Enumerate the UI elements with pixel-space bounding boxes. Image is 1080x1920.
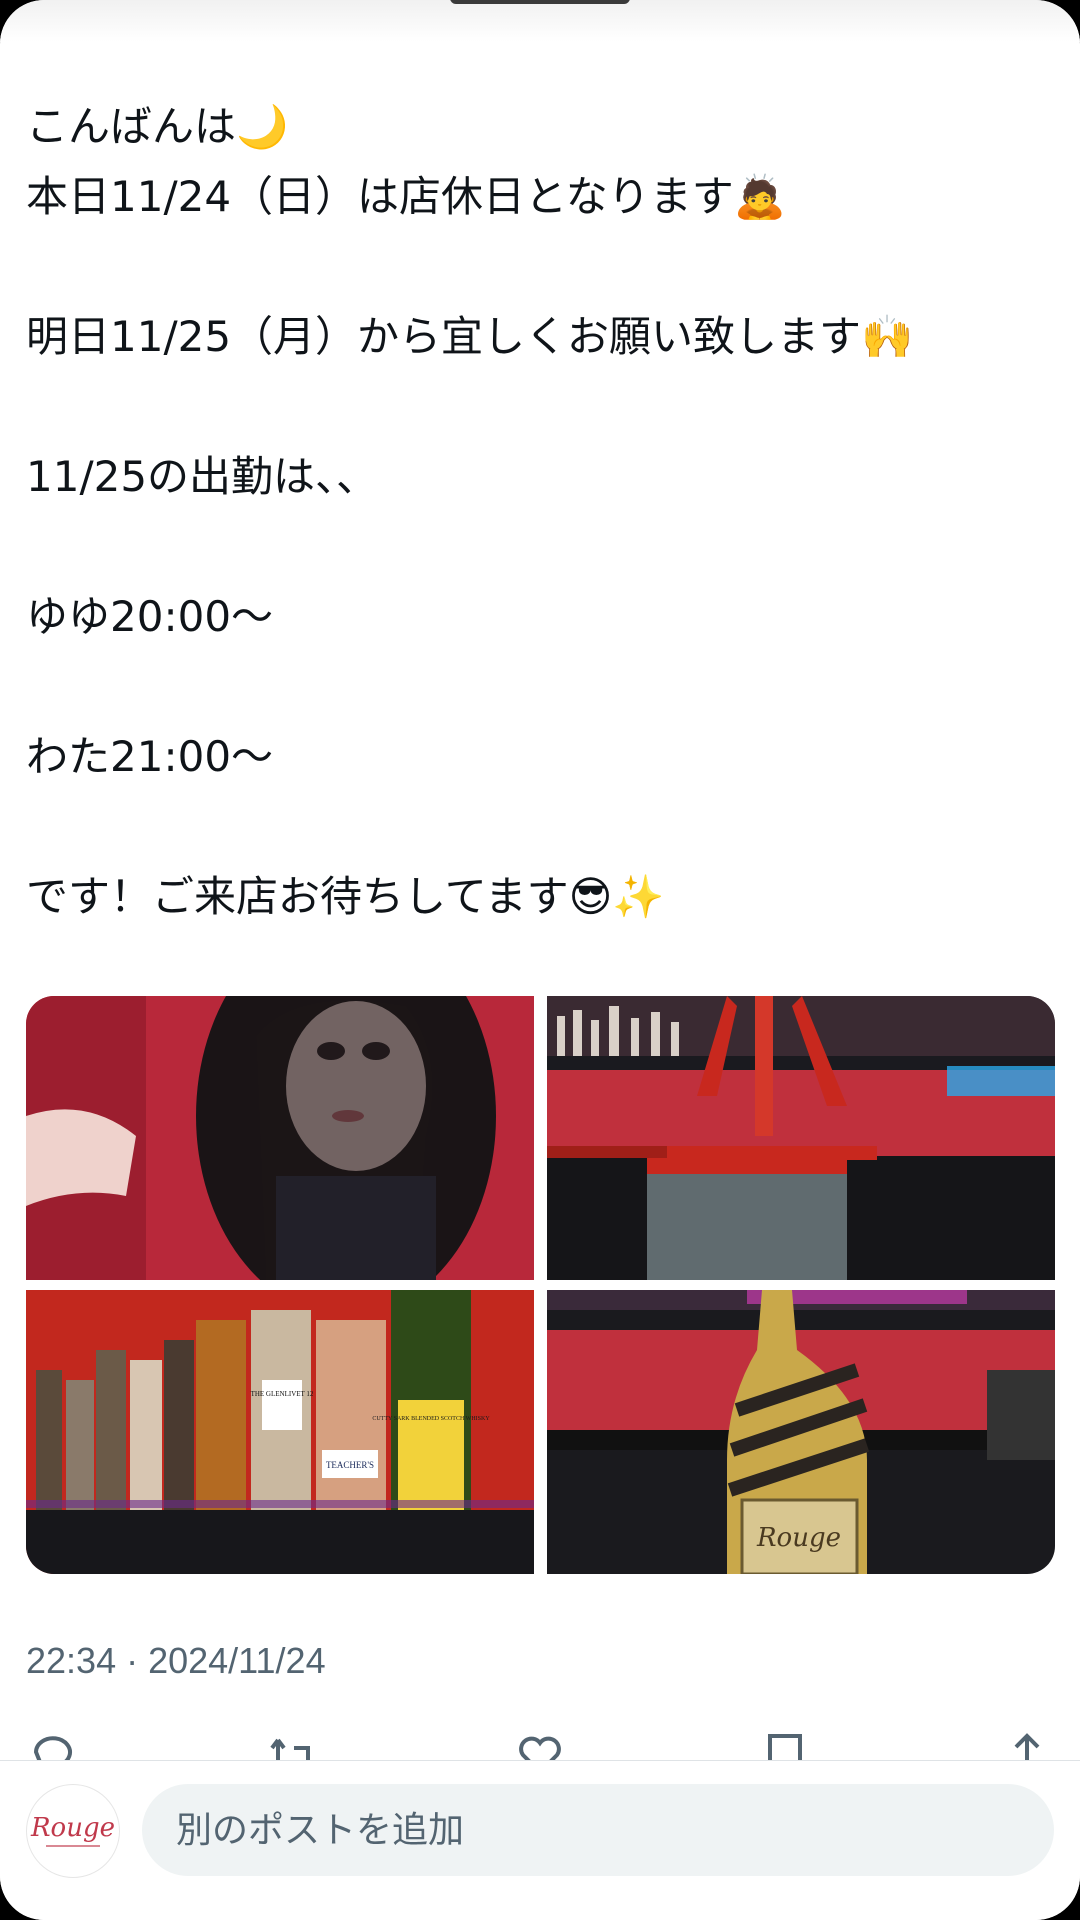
avatar-logo-text: Rouge [30,1813,115,1843]
whisky-shelf-photo[interactable]: THE GLENLIVET 12 TEACHER'S CUTTY SARK BL… [26,1290,534,1574]
like-icon[interactable] [515,1730,565,1762]
selfie-photo[interactable] [26,996,534,1280]
media-grid: THE GLENLIVET 12 TEACHER'S CUTTY SARK BL… [26,996,1055,1574]
post-actions [0,1722,1080,1762]
share-icon[interactable] [1002,1730,1052,1762]
champagne-label: Rouge [756,1523,841,1553]
reply-icon[interactable] [28,1730,78,1762]
post-line: ゆゆ20:00〜 [26,592,274,641]
add-post-input[interactable] [142,1784,1054,1876]
post-line: 11/25の出勤は、、 [26,452,379,501]
champagne-bottle-photo[interactable]: Rouge [547,1290,1055,1574]
post-line: 本日11/24（日）は店休日となります🙇 [26,172,787,221]
repost-icon[interactable] [268,1730,318,1762]
post-timestamp[interactable]: 22:34 · 2024/11/24 [26,1640,326,1682]
post-detail-sheet: こんばんは🌙 本日11/24（日）は店休日となります🙇 明日11/25（月）から… [0,0,1080,1920]
post-line: こんばんは🌙 [26,102,289,151]
header-title-fragment [450,0,630,4]
bookmark-icon[interactable] [760,1730,810,1762]
whisky-shelf-photo-image: THE GLENLIVET 12 TEACHER'S CUTTY SARK BL… [26,1290,534,1574]
top-header-fade [0,0,1080,42]
avatar[interactable]: Rouge [26,1784,120,1878]
bar-counter-photo-image [547,996,1055,1280]
post-line: 明日11/25（月）から宜しくお願い致します🙌 [26,312,914,361]
teachers-label: TEACHER'S [326,1460,374,1470]
avatar-logo-underline [46,1845,100,1847]
post-line: です！ご来店お待ちしてます😎✨ [26,872,665,921]
post-line: わた21:00〜 [26,732,274,781]
bar-counter-photo[interactable] [547,996,1055,1280]
post-body: こんばんは🌙 本日11/24（日）は店休日となります🙇 明日11/25（月）から… [26,92,1046,932]
champagne-bottle-photo-image: Rouge [547,1290,1055,1574]
glenlivet-label: THE GLENLIVET 12 [251,1390,314,1398]
selfie-photo-image [26,996,534,1280]
cutty-sark-label: CUTTY SARK BLENDED SCOTCH WHISKY [372,1416,490,1422]
